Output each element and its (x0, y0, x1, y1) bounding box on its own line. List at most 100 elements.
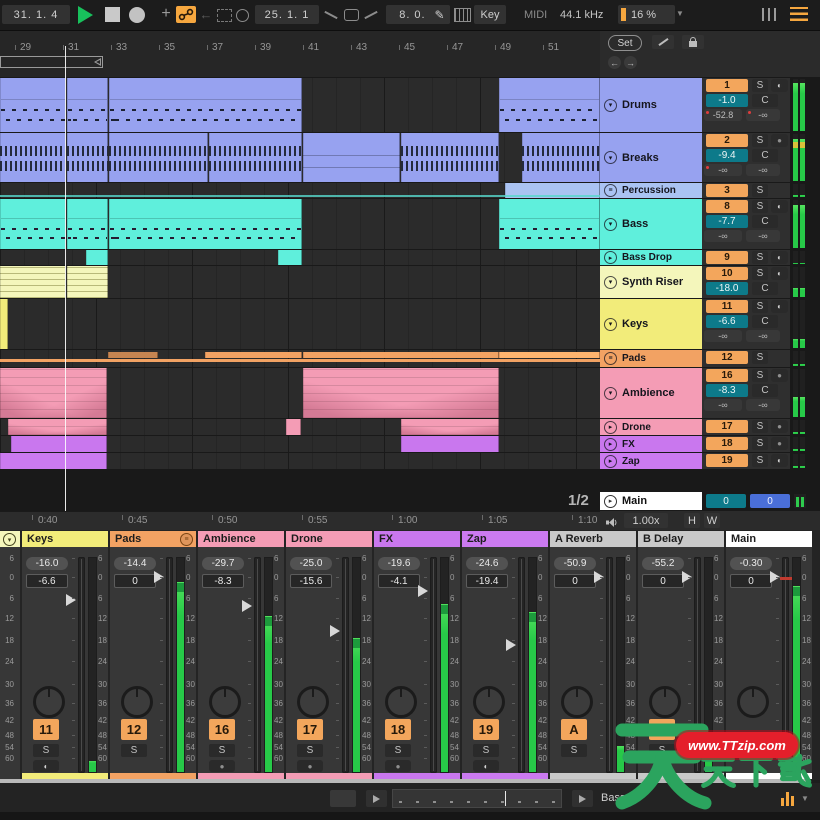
prev-marker-button[interactable]: ← (608, 56, 621, 69)
hamburger-menu-icon[interactable] (790, 7, 808, 21)
fold-icon-percussion[interactable]: ≡ (604, 184, 617, 197)
volume-display-fx[interactable]: -4.1 (378, 574, 420, 588)
cue-button-synth-riser[interactable]: ◐ (771, 267, 788, 280)
arm-button-drone[interactable]: ● (297, 760, 323, 772)
arrangement-position-display[interactable]: 31. 1. 4 (2, 5, 70, 24)
track-number-bass[interactable]: 8 (706, 200, 748, 213)
strip-header-ambience[interactable]: Ambience (198, 531, 284, 547)
peak-display-pads[interactable]: -14.4 (114, 557, 156, 570)
pan-knob-ambience[interactable] (209, 686, 241, 718)
track-name-bass[interactable]: ▾Bass (600, 199, 702, 249)
track-header-breaks[interactable]: ▾Breaks2S●-9.4C-∞-∞ (600, 133, 790, 182)
pan-knob-pads[interactable] (121, 686, 153, 718)
clip-breaks-3[interactable] (109, 133, 208, 182)
solo-button-drone[interactable]: S (297, 744, 323, 757)
fader-track-ambience[interactable] (254, 557, 261, 773)
cue-button-bass-drop[interactable]: ◐ (771, 251, 788, 264)
clip-pads-1[interactable] (0, 359, 600, 362)
volume-display-main[interactable]: 0 (730, 574, 772, 588)
strip-header-main[interactable]: Main (726, 531, 812, 547)
clip-drone-1[interactable] (8, 419, 107, 435)
peak-display-main[interactable]: -0.30 (730, 557, 772, 570)
solo-button-keys[interactable]: S (752, 300, 768, 313)
fold-icon-pads[interactable]: ≡ (604, 352, 617, 365)
clip-play-button[interactable] (366, 790, 387, 807)
solo-button-keys[interactable]: S (33, 744, 59, 757)
solo-button-zap[interactable]: S (473, 744, 499, 757)
solo-button-bass[interactable]: S (752, 200, 768, 213)
track-number-synth-riser[interactable]: 10 (706, 267, 748, 280)
strip-header-drone[interactable]: Drone (286, 531, 372, 547)
peak-display-a-reverb[interactable]: -50.9 (554, 557, 596, 570)
solo-button-bass-drop[interactable]: S (752, 251, 768, 264)
strip-header-b-delay[interactable]: B Delay (638, 531, 724, 547)
pan-knob-drone[interactable] (297, 686, 329, 718)
solo-button-pads[interactable]: S (752, 351, 768, 364)
peak-display-keys[interactable]: -16.0 (26, 557, 68, 570)
clip-drone-3[interactable] (401, 419, 499, 435)
next-marker-button[interactable]: → (624, 56, 637, 69)
track-header-bass[interactable]: ▾Bass8S◐-7.7C-∞-∞ (600, 199, 790, 249)
time-ruler[interactable]: 0:400:450:500:551:001:051:10 (0, 511, 600, 531)
pan-box-synth-riser[interactable]: C (752, 282, 778, 295)
track-name-drone[interactable]: ▸Drone (600, 419, 702, 435)
arm-button-breaks[interactable]: ● (771, 134, 788, 147)
volume-box-bass[interactable]: -7.7 (706, 215, 748, 228)
peak-right-bass[interactable]: -∞ (746, 230, 780, 242)
automation-mode-button[interactable] (176, 6, 196, 23)
clip-fx-2[interactable] (401, 436, 499, 452)
solo-button-ambience[interactable]: S (209, 744, 235, 757)
track-number-drone[interactable]: 17 (297, 719, 323, 740)
clip-fx-1[interactable] (11, 436, 107, 452)
fold-icon-breaks[interactable]: ▾ (604, 151, 617, 164)
marker-slope-button[interactable] (652, 35, 674, 49)
fader-track-drone[interactable] (342, 557, 349, 773)
solo-button-drums[interactable]: S (752, 79, 768, 92)
peak-right-keys[interactable]: -∞ (746, 330, 780, 342)
cue-button-zap[interactable]: ◐ (473, 760, 499, 772)
track-header-bass-drop[interactable]: ▸Bass Drop9S◐ (600, 250, 790, 265)
clip-overview-strip[interactable] (392, 789, 562, 808)
strip-header-a-reverb[interactable]: A Reverb (550, 531, 636, 547)
solo-button-a-reverb[interactable]: S (561, 744, 587, 757)
cue-button-bass[interactable]: ◐ (771, 200, 788, 213)
solo-button-breaks[interactable]: S (752, 134, 768, 147)
clip-percussion-2[interactable] (0, 195, 600, 197)
fader-track-pads[interactable] (166, 557, 173, 773)
punch-region-icon[interactable] (217, 9, 232, 22)
pan-knob-main[interactable] (737, 686, 769, 718)
clip-bass-drop-1[interactable] (86, 250, 108, 265)
volume-box-ambience[interactable]: -8.3 (706, 384, 748, 397)
strip-header-pads[interactable]: Pads≡ (110, 531, 196, 547)
loop-brace[interactable] (0, 56, 103, 68)
clip-bass-2[interactable] (67, 199, 108, 249)
play-button[interactable] (78, 6, 93, 24)
track-number-drums[interactable]: 1 (706, 79, 748, 92)
track-number-bass-drop[interactable]: 9 (706, 251, 748, 264)
track-number-a-reverb[interactable]: A (561, 719, 587, 740)
peak-left-ambience[interactable]: -∞ (704, 399, 742, 411)
main-right-value[interactable]: 0 (750, 494, 790, 508)
solo-button-fx[interactable]: S (385, 744, 411, 757)
clip-drums-2[interactable] (67, 78, 108, 132)
track-number-fx[interactable]: 18 (385, 719, 411, 740)
peak-left-bass[interactable]: -∞ (704, 230, 742, 242)
clip-breaks-1[interactable] (0, 133, 66, 182)
volume-display-keys[interactable]: -6.6 (26, 574, 68, 588)
volume-display-a-reverb[interactable]: 0 (554, 574, 596, 588)
track-name-breaks[interactable]: ▾Breaks (600, 133, 702, 182)
loop-start-display[interactable]: 25. 1. 1 (255, 5, 319, 24)
peak-display-zap[interactable]: -24.6 (466, 557, 508, 570)
pan-knob-zap[interactable] (473, 686, 505, 718)
fader-track-a-reverb[interactable] (606, 557, 613, 773)
clip-drone-2[interactable] (286, 419, 301, 435)
loop-region-icon[interactable] (344, 9, 359, 21)
computer-midi-keyboard-button[interactable] (454, 8, 471, 22)
volume-display-ambience[interactable]: -8.3 (202, 574, 244, 588)
cpu-meter[interactable]: 16 % (618, 5, 675, 24)
device-stats-icon[interactable] (781, 791, 797, 806)
clip-breaks-2[interactable] (67, 133, 108, 182)
track-header-pads[interactable]: ≡Pads12S (600, 350, 790, 367)
solo-button-b-delay[interactable]: S (649, 744, 675, 757)
track-number-zap[interactable]: 19 (473, 719, 499, 740)
